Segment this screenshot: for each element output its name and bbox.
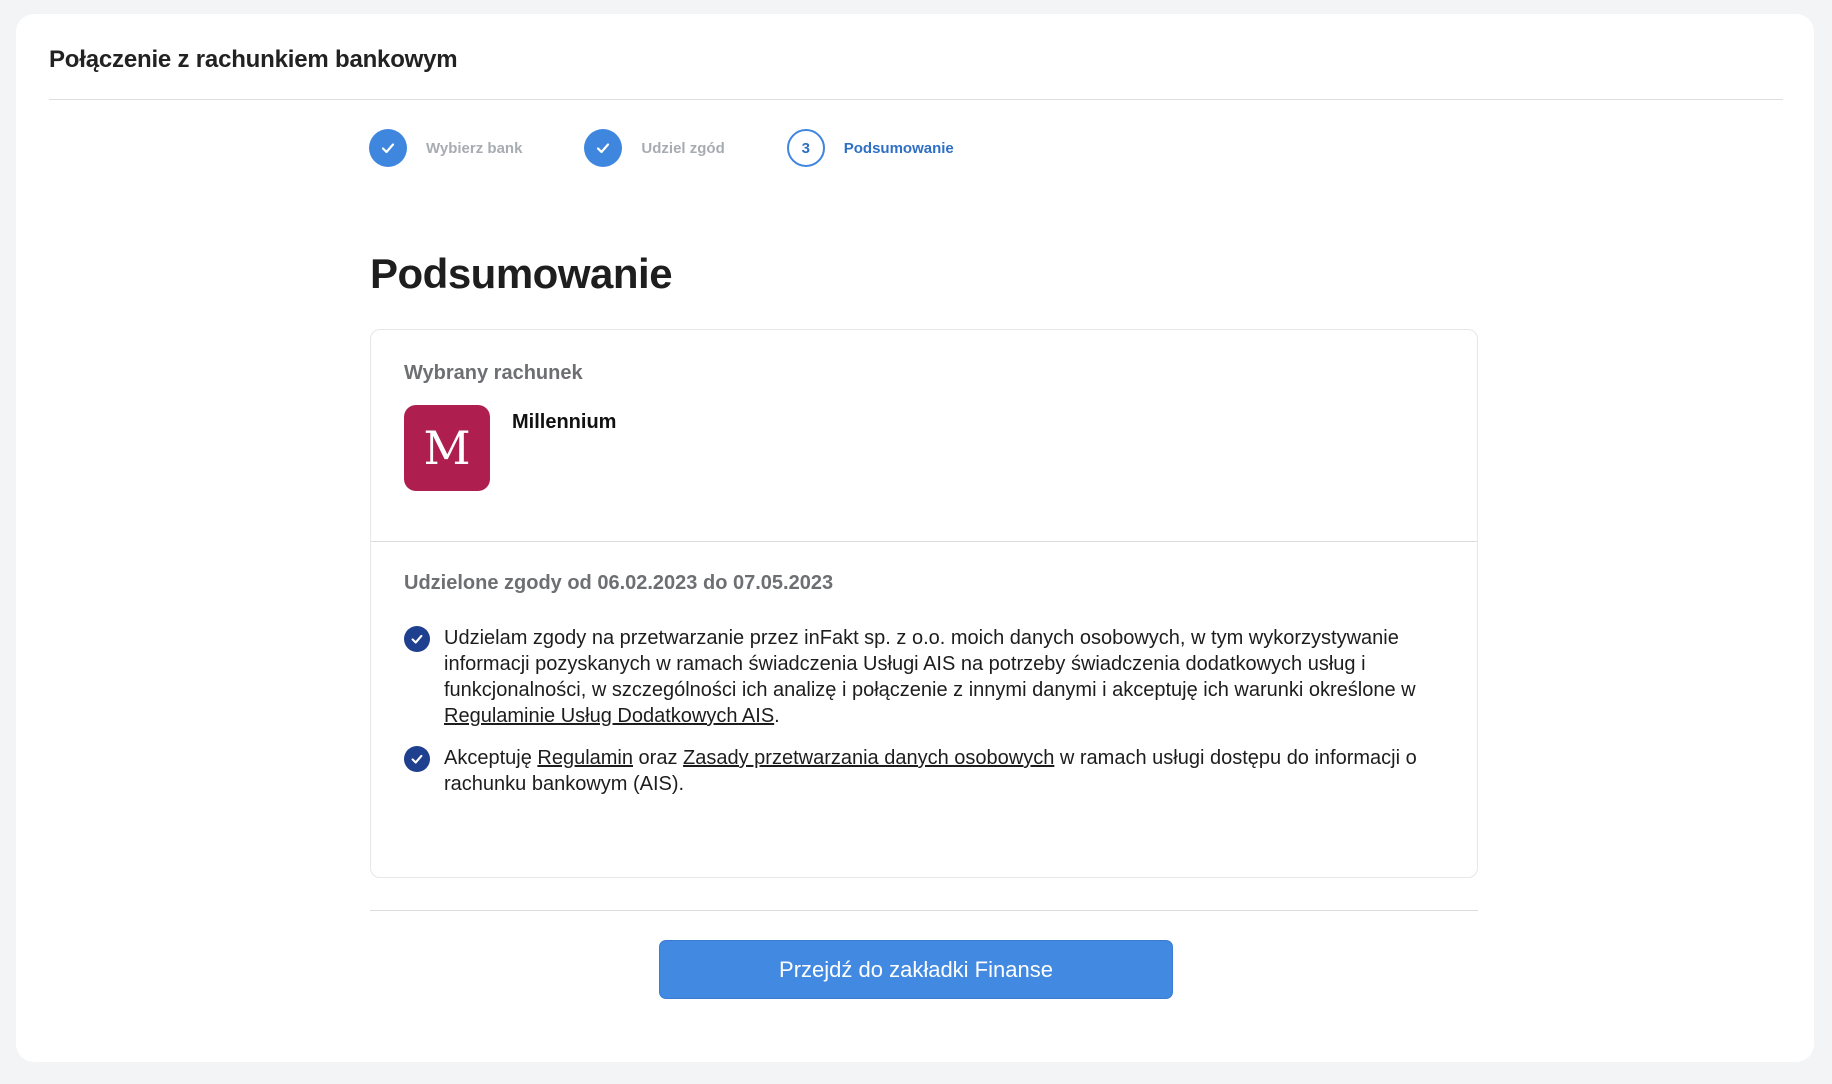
consent-item: Akceptuję Regulamin oraz Zasady przetwar… [404,745,1424,797]
panel-title: Połączenie z rachunkiem bankowym [49,46,458,73]
regulations-link[interactable]: Regulamin [537,747,633,769]
check-icon [584,129,623,167]
step-label: Udziel zgód [641,139,725,157]
consent-list: Udzielam zgody na przetwarzanie przez in… [404,625,1477,797]
checked-checkbox-icon[interactable] [404,746,430,772]
step-number: 3 [786,129,825,167]
privacy-policy-link[interactable]: Zasady przetwarzania danych osobowych [683,747,1054,769]
checked-checkbox-icon[interactable] [404,626,430,652]
main-panel: Połączenie z rachunkiem bankowym Wybierz… [16,14,1814,1062]
summary-card: Wybrany rachunek M Millennium Udzielone … [370,329,1478,878]
panel-header: Połączenie z rachunkiem bankowym [49,44,1783,100]
divider [370,910,1478,911]
check-icon [369,129,407,167]
ais-terms-link[interactable]: Regulaminie Usług Dodatkowych AIS [444,705,774,727]
consents-section: Udzielone zgody od 06.02.2023 do 07.05.2… [371,542,1477,797]
step-grant-consents: Udziel zgód [584,129,725,167]
stepper: Wybierz bank Udziel zgód 3 Podsumowanie [369,128,1016,168]
bank-row: M Millennium [404,405,1477,491]
step-choose-bank: Wybierz bank [369,129,522,167]
go-to-finance-button[interactable]: Przejdź do zakładki Finanse [659,940,1173,999]
bank-name: Millennium [512,411,617,433]
consent-text: Udzielam zgody na przetwarzanie przez in… [444,627,1416,727]
step-label: Podsumowanie [843,139,954,157]
section-title: Udzielone zgody od 06.02.2023 do 07.05.2… [404,572,834,594]
page-title: Podsumowanie [370,250,673,297]
selected-account-section: Wybrany rachunek M Millennium [371,330,1477,542]
step-summary: 3 Podsumowanie [786,129,954,167]
consent-item: Udzielam zgody na przetwarzanie przez in… [404,625,1424,729]
consent-text: Akceptuję Regulamin oraz Zasady przetwar… [444,747,1417,795]
section-title: Wybrany rachunek [404,362,583,384]
bank-logo: M [404,405,490,491]
step-label: Wybierz bank [426,139,523,157]
